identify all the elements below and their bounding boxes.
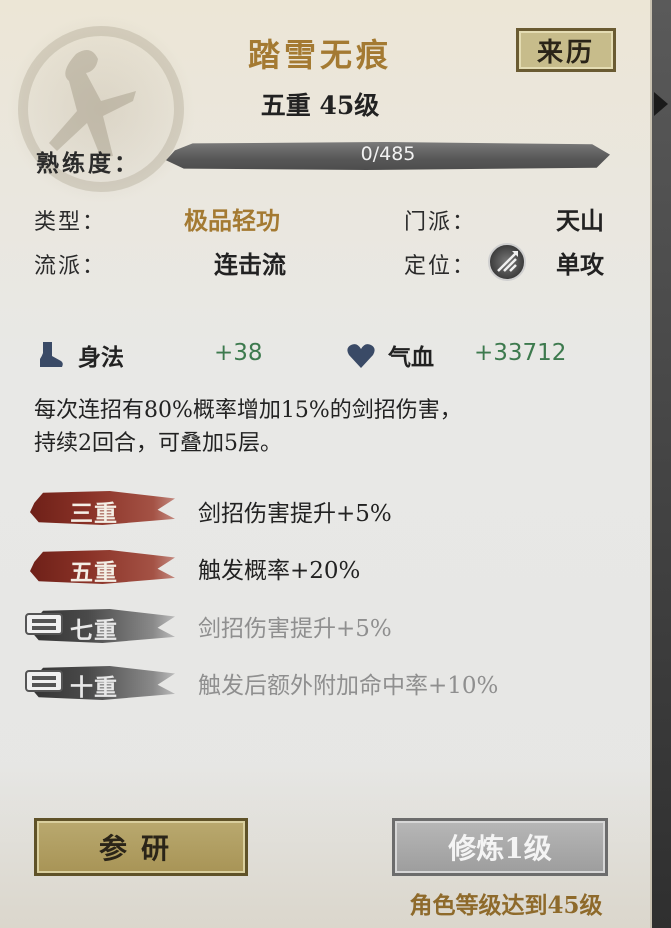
boot-icon — [40, 342, 63, 367]
expand-arrow-icon[interactable] — [654, 92, 668, 116]
tier-effect: 触发概率+20% — [198, 558, 361, 584]
style-value: 连击流 — [214, 250, 286, 279]
stat-agility-label: 身法 — [78, 344, 124, 371]
skill-level: 五重 45级 — [260, 91, 380, 120]
stat-agility-value: +38 — [214, 340, 263, 366]
train-button[interactable]: 修炼1级 — [392, 818, 608, 876]
tier-label: 七重 — [70, 617, 118, 644]
lock-icon — [25, 670, 63, 692]
type-label: 类型： — [34, 210, 107, 235]
type-value: 极品轻功 — [184, 206, 280, 235]
proficiency-label: 熟练度： — [36, 150, 140, 177]
role-value: 单攻 — [556, 250, 604, 279]
stat-hp-label: 气血 — [388, 344, 434, 371]
arrow-burst-icon — [497, 251, 518, 272]
single-attack-icon — [488, 243, 526, 281]
tier-effect: 剑招伤害提升+5% — [198, 501, 392, 527]
school-label: 门派： — [404, 210, 477, 235]
school-value: 天山 — [556, 206, 604, 235]
description-line: 持续2回合，可叠加5层。 — [34, 431, 282, 456]
role-label: 定位： — [404, 254, 477, 279]
stat-hp-value: +33712 — [474, 340, 567, 366]
tier-label: 五重 — [70, 559, 118, 586]
proficiency-value: 0/485 — [360, 143, 416, 165]
tier-effect: 触发后额外附加命中率+10% — [198, 673, 499, 699]
tier-label: 三重 — [70, 500, 118, 527]
heart-icon — [347, 344, 375, 368]
research-button[interactable]: 参研 — [34, 818, 248, 876]
description-line: 每次连招有80%概率增加15%的剑招伤害， — [34, 398, 462, 423]
side-strip — [652, 0, 671, 928]
origin-button[interactable]: 来历 — [516, 28, 616, 72]
style-label: 流派： — [34, 254, 107, 279]
tier-label: 十重 — [70, 674, 118, 701]
level-requirement: 角色等级达到45级 — [409, 892, 603, 919]
tier-effect: 剑招伤害提升+5% — [198, 616, 392, 642]
skill-description: 每次连招有80%概率增加15%的剑招伤害， 持续2回合，可叠加5层。 — [34, 394, 634, 460]
lock-icon — [25, 613, 63, 635]
skill-title: 踏雪无痕 — [247, 36, 392, 74]
